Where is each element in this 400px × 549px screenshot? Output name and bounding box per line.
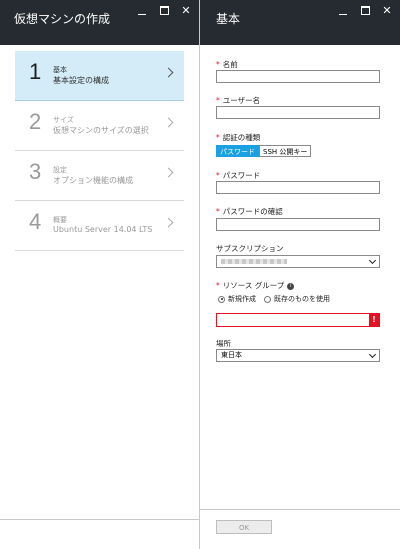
required-mark: *: [216, 171, 220, 180]
required-mark: *: [216, 133, 220, 142]
step-subtitle: オプション機能の構成: [53, 176, 133, 185]
step-number: 2: [29, 109, 42, 134]
chevron-right-icon: [163, 217, 174, 228]
blade-header: 基本 ✕: [200, 0, 400, 45]
blade-header: 仮想マシンの作成 ✕: [0, 0, 199, 45]
step-title: 概要: [53, 216, 67, 224]
password-input[interactable]: [216, 181, 380, 194]
step-subtitle: Ubuntu Server 14.04 LTS: [53, 225, 153, 234]
step-number: 4: [29, 209, 42, 234]
radio-new[interactable]: [218, 295, 225, 303]
name-label: * 名前: [216, 60, 238, 69]
step-number: 3: [29, 159, 42, 184]
step-subtitle: 基本設定の構成: [53, 76, 109, 85]
step-number: 1: [29, 59, 42, 84]
required-mark: *: [216, 96, 220, 105]
divider: [0, 519, 200, 520]
step-subtitle: 仮想マシンのサイズの選択: [53, 126, 149, 135]
username-input[interactable]: [216, 106, 380, 119]
radio-existing-label: 既存のものを使用: [274, 295, 330, 303]
divider: [200, 509, 400, 510]
basics-blade: 基本 ✕ * 名前 * ユーザー名 * 認証の種類 パスワード SSH 公開キー * パ…: [200, 0, 400, 549]
chevron-right-icon: [163, 117, 174, 128]
step-title: サイズ: [53, 116, 74, 124]
wizard-steps: 1 基本 基本設定の構成 2 サイズ 仮想マシンのサイズの選択 3 設定 オプシ…: [15, 51, 184, 251]
resource-group-options: 新規作成 既存のものを使用: [218, 294, 330, 304]
step-summary[interactable]: 4 概要 Ubuntu Server 14.04 LTS: [15, 201, 184, 251]
maximize-icon[interactable]: [159, 5, 169, 18]
step-size[interactable]: 2 サイズ 仮想マシンのサイズの選択: [15, 101, 184, 151]
chevron-down-icon: [368, 350, 377, 359]
name-input[interactable]: [216, 70, 380, 83]
minimize-icon[interactable]: [338, 5, 348, 18]
password-label: * パスワード: [216, 171, 261, 180]
subscription-label: サブスクリプション: [216, 244, 284, 253]
radio-new-label: 新規作成: [228, 295, 256, 303]
info-icon[interactable]: i: [287, 282, 295, 290]
blade-title: 基本: [216, 12, 241, 26]
auth-option-password[interactable]: パスワード: [216, 145, 259, 157]
chevron-right-icon: [163, 67, 174, 78]
minimize-icon[interactable]: [137, 5, 147, 18]
maximize-icon[interactable]: [360, 5, 370, 18]
radio-existing[interactable]: [264, 295, 271, 303]
step-settings[interactable]: 3 設定 オプション機能の構成: [15, 151, 184, 201]
subscription-select[interactable]: [216, 255, 380, 268]
required-mark: *: [216, 60, 220, 69]
location-label: 場所: [216, 339, 231, 348]
blurred-subscription-value: [221, 259, 287, 264]
location-value: 東日本: [221, 351, 242, 359]
chevron-right-icon: [163, 167, 174, 178]
password-confirm-input[interactable]: [216, 218, 380, 231]
chevron-down-icon: [368, 256, 377, 265]
step-title: 基本: [53, 66, 67, 74]
ok-button[interactable]: OK: [216, 520, 272, 534]
resource-group-input[interactable]: !: [216, 313, 380, 327]
create-vm-blade: 仮想マシンの作成 ✕ 1 基本 基本設定の構成 2 サイズ 仮想マシンのサイズの…: [0, 0, 200, 549]
error-icon: !: [369, 313, 379, 327]
location-select[interactable]: 東日本: [216, 349, 380, 362]
auth-type-label: * 認証の種類: [216, 133, 261, 142]
resource-group-label: * リソース グループ i: [216, 280, 295, 291]
step-basics[interactable]: 1 基本 基本設定の構成: [15, 51, 184, 101]
auth-type-toggle: パスワード SSH 公開キー: [216, 145, 312, 157]
close-icon[interactable]: ✕: [382, 5, 392, 18]
step-title: 設定: [53, 166, 67, 174]
close-icon[interactable]: ✕: [181, 5, 191, 18]
blade-title: 仮想マシンの作成: [14, 12, 111, 26]
required-mark: *: [216, 207, 220, 216]
auth-option-ssh[interactable]: SSH 公開キー: [259, 145, 312, 157]
username-label: * ユーザー名: [216, 96, 261, 105]
required-mark: *: [216, 281, 220, 290]
password-confirm-label: * パスワードの確認: [216, 207, 283, 216]
